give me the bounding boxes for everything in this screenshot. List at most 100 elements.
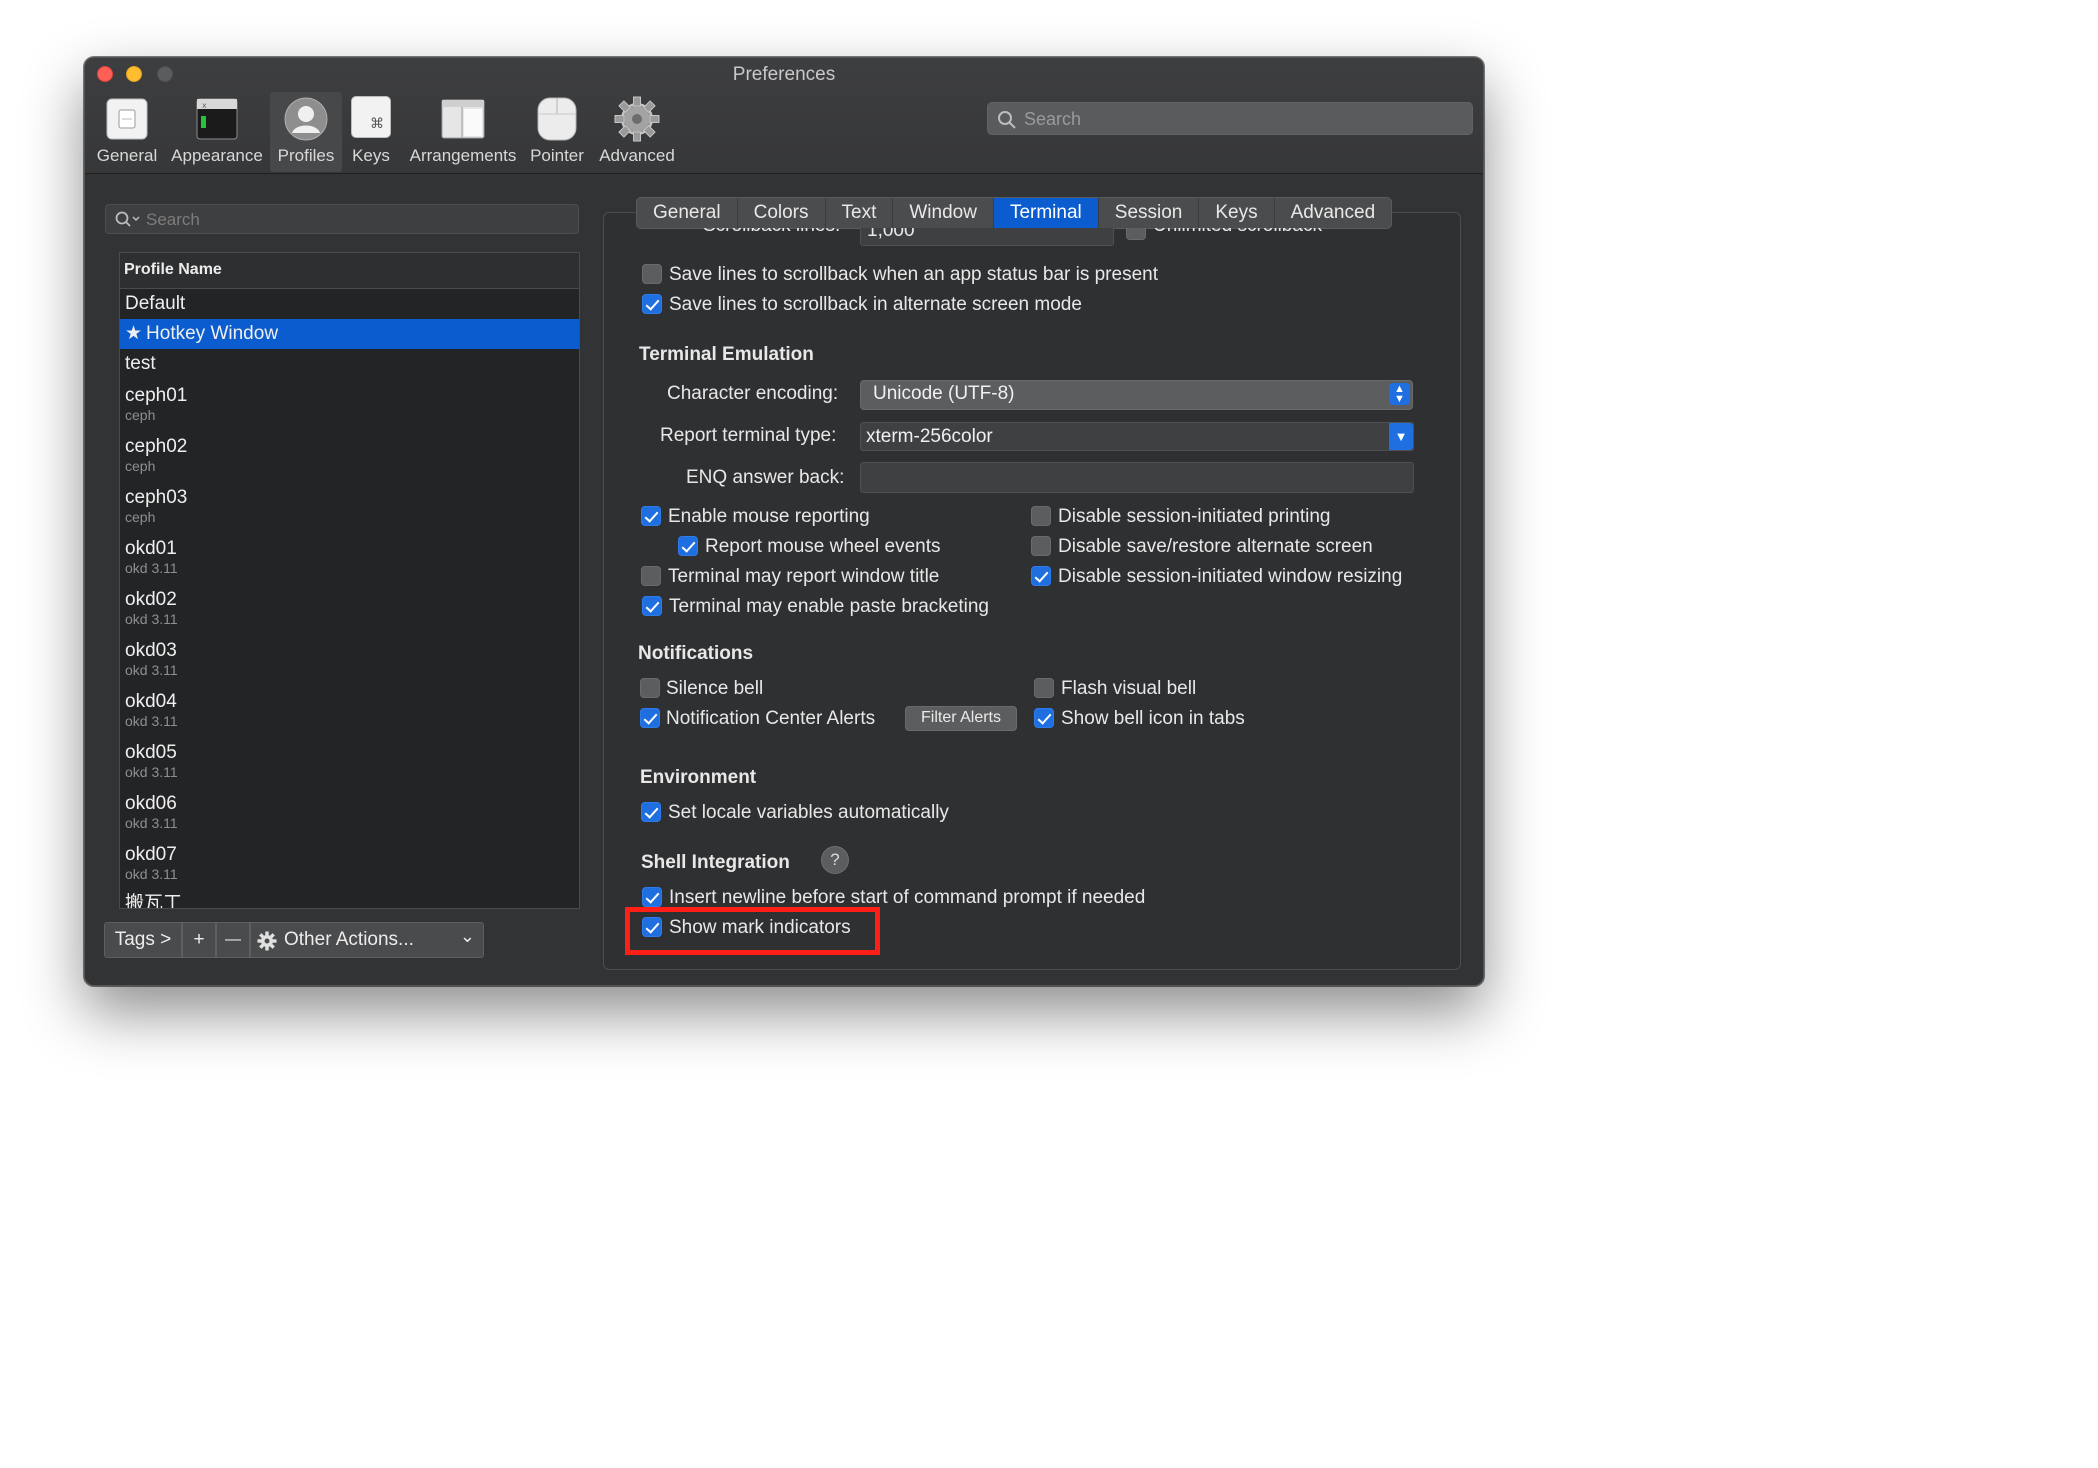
character-encoding-select[interactable]: Unicode (UTF-8) ▲ ▼ <box>860 380 1413 410</box>
profile-row[interactable]: okd04 okd 3.11 <box>120 685 579 736</box>
profile-name: okd02 <box>125 589 177 610</box>
general-switch-icon <box>106 98 148 140</box>
shell-integration-heading: Shell Integration <box>641 852 790 873</box>
tab-text[interactable]: Text <box>826 198 894 228</box>
silence-bell-label: Silence bell <box>666 678 764 699</box>
insert-newline-checkbox[interactable] <box>642 887 662 907</box>
paste-bracketing-checkbox[interactable] <box>642 596 662 616</box>
mouse-icon <box>537 97 577 141</box>
help-button[interactable]: ? <box>821 846 849 874</box>
profile-name: ceph01 <box>125 385 188 406</box>
remove-profile-button[interactable]: — <box>216 922 250 958</box>
toolbar-profiles[interactable]: Profiles <box>270 92 342 172</box>
profile-tag: okd 3.11 <box>125 815 178 831</box>
toolbar-advanced-label: Advanced <box>599 146 675 165</box>
enable-mouse-reporting-checkbox[interactable] <box>641 506 661 526</box>
profile-list[interactable]: Profile Name Default ★ Hotkey Window test… <box>119 252 580 909</box>
enable-mouse-reporting-label: Enable mouse reporting <box>668 506 870 527</box>
toolbar-profiles-label: Profiles <box>277 146 335 165</box>
enq-answer-back-field[interactable] <box>860 462 1414 493</box>
toolbar-keys[interactable]: ⌘ Keys <box>345 92 397 172</box>
toolbar-keys-label: Keys <box>352 146 390 165</box>
report-terminal-type-label: Report terminal type: <box>660 425 837 446</box>
save-status-bar-checkbox[interactable] <box>642 264 662 284</box>
profile-row[interactable]: okd06 okd 3.11 <box>120 787 579 838</box>
tab-advanced[interactable]: Advanced <box>1275 198 1392 228</box>
tab-terminal[interactable]: Terminal <box>993 198 1099 228</box>
terminal-type-combobox[interactable]: xterm-256color ▼ <box>860 422 1414 451</box>
profile-row[interactable]: Default <box>120 289 579 319</box>
profile-row[interactable]: test <box>120 349 579 379</box>
toolbar-pointer[interactable]: Pointer <box>525 92 589 172</box>
profile-name: test <box>125 353 156 374</box>
enq-answer-back-label: ENQ answer back: <box>686 467 845 488</box>
toolbar-general-label: General <box>96 146 158 165</box>
profile-tag: okd 3.11 <box>125 866 178 882</box>
other-actions-menu[interactable]: Other Actions... ⌄ <box>250 922 484 958</box>
profile-tag: okd 3.11 <box>125 611 178 627</box>
disable-printing-checkbox[interactable] <box>1031 506 1051 526</box>
set-locale-checkbox[interactable] <box>641 802 661 822</box>
tab-colors[interactable]: Colors <box>738 198 826 228</box>
toolbar-advanced[interactable]: Advanced <box>595 92 679 172</box>
toolbar-arrangements[interactable]: Arrangements <box>405 92 521 172</box>
scrollback-lines-label: Scrollback lines: <box>703 228 840 237</box>
profile-search-field[interactable]: Search <box>105 204 579 234</box>
toolbar-general[interactable]: General <box>91 92 163 172</box>
filter-alerts-button[interactable]: Filter Alerts <box>905 706 1017 731</box>
profile-row[interactable]: okd02 okd 3.11 <box>120 583 579 634</box>
profile-row[interactable]: okd07 okd 3.11 <box>120 838 579 889</box>
profile-tag: ceph <box>125 458 156 474</box>
arrangements-windows-icon <box>441 99 485 139</box>
flash-visual-bell-checkbox[interactable] <box>1034 678 1054 698</box>
tab-general[interactable]: General <box>637 198 738 228</box>
toolbar-appearance[interactable]: x Appearance <box>169 92 265 172</box>
save-alt-screen-checkbox[interactable] <box>642 294 662 314</box>
add-profile-button[interactable]: + <box>182 922 216 958</box>
show-bell-icon-checkbox[interactable] <box>1034 708 1054 728</box>
chevron-down-icon: ⌄ <box>459 926 475 946</box>
profile-row[interactable]: ceph01 ceph <box>120 379 579 430</box>
report-window-title-checkbox[interactable] <box>641 566 661 586</box>
profile-name: 搬瓦工 <box>125 893 183 909</box>
disable-window-resizing-checkbox[interactable] <box>1031 566 1051 586</box>
profile-row[interactable]: ceph03 ceph <box>120 481 579 532</box>
scrollback-lines-field[interactable]: 1,000 <box>860 228 1114 246</box>
window-title: Preferences <box>732 64 836 85</box>
preferences-window: Preferences General x Appearance Profile… <box>84 57 1484 986</box>
profile-name: ceph03 <box>125 487 188 508</box>
profile-row[interactable]: 搬瓦工 <box>120 889 579 909</box>
profile-row[interactable]: okd01 okd 3.11 <box>120 532 579 583</box>
unlimited-scrollback-checkbox[interactable] <box>1126 228 1146 240</box>
silence-bell-checkbox[interactable] <box>640 678 660 698</box>
set-locale-label: Set locale variables automatically <box>668 802 949 823</box>
tags-button[interactable]: Tags > <box>104 922 182 958</box>
toolbar-search-field[interactable]: Search <box>987 102 1473 135</box>
report-window-title-label: Terminal may report window title <box>668 566 940 587</box>
profile-row[interactable]: okd05 okd 3.11 <box>120 736 579 787</box>
title-bar: Preferences General x Appearance Profile… <box>85 58 1483 174</box>
profile-row[interactable]: ceph02 ceph <box>120 430 579 481</box>
profile-row-selected[interactable]: ★ Hotkey Window <box>120 319 579 349</box>
scrollback-row: Scrollback lines: 1,000 Unlimited scroll… <box>605 228 1455 248</box>
profile-search-placeholder: Search <box>146 210 200 229</box>
notification-center-alerts-checkbox[interactable] <box>640 708 660 728</box>
profile-name-column-header[interactable]: Profile Name <box>120 253 579 289</box>
flash-visual-bell-label: Flash visual bell <box>1061 678 1197 699</box>
disable-window-resizing-label: Disable session-initiated window resizin… <box>1058 566 1403 587</box>
profile-row[interactable]: okd03 okd 3.11 <box>120 634 579 685</box>
paste-bracketing-label: Terminal may enable paste bracketing <box>669 596 990 617</box>
tab-session[interactable]: Session <box>1099 198 1200 228</box>
disable-save-restore-checkbox[interactable] <box>1031 536 1051 556</box>
profile-tabs: General Colors Text Window Terminal Sess… <box>636 197 1393 229</box>
report-mouse-wheel-label: Report mouse wheel events <box>705 536 941 557</box>
profile-tag: okd 3.11 <box>125 764 178 780</box>
profile-name: okd07 <box>125 844 177 865</box>
profile-list-toolbar: Tags > + — Other Actions... ⌄ <box>104 922 484 958</box>
environment-heading: Environment <box>640 767 757 788</box>
report-mouse-wheel-checkbox[interactable] <box>678 536 698 556</box>
chevron-down-icon[interactable]: ▼ <box>1389 423 1413 450</box>
save-alt-screen-label: Save lines to scrollback in alternate sc… <box>669 294 1082 315</box>
tab-window[interactable]: Window <box>893 198 994 228</box>
tab-keys[interactable]: Keys <box>1199 198 1275 228</box>
